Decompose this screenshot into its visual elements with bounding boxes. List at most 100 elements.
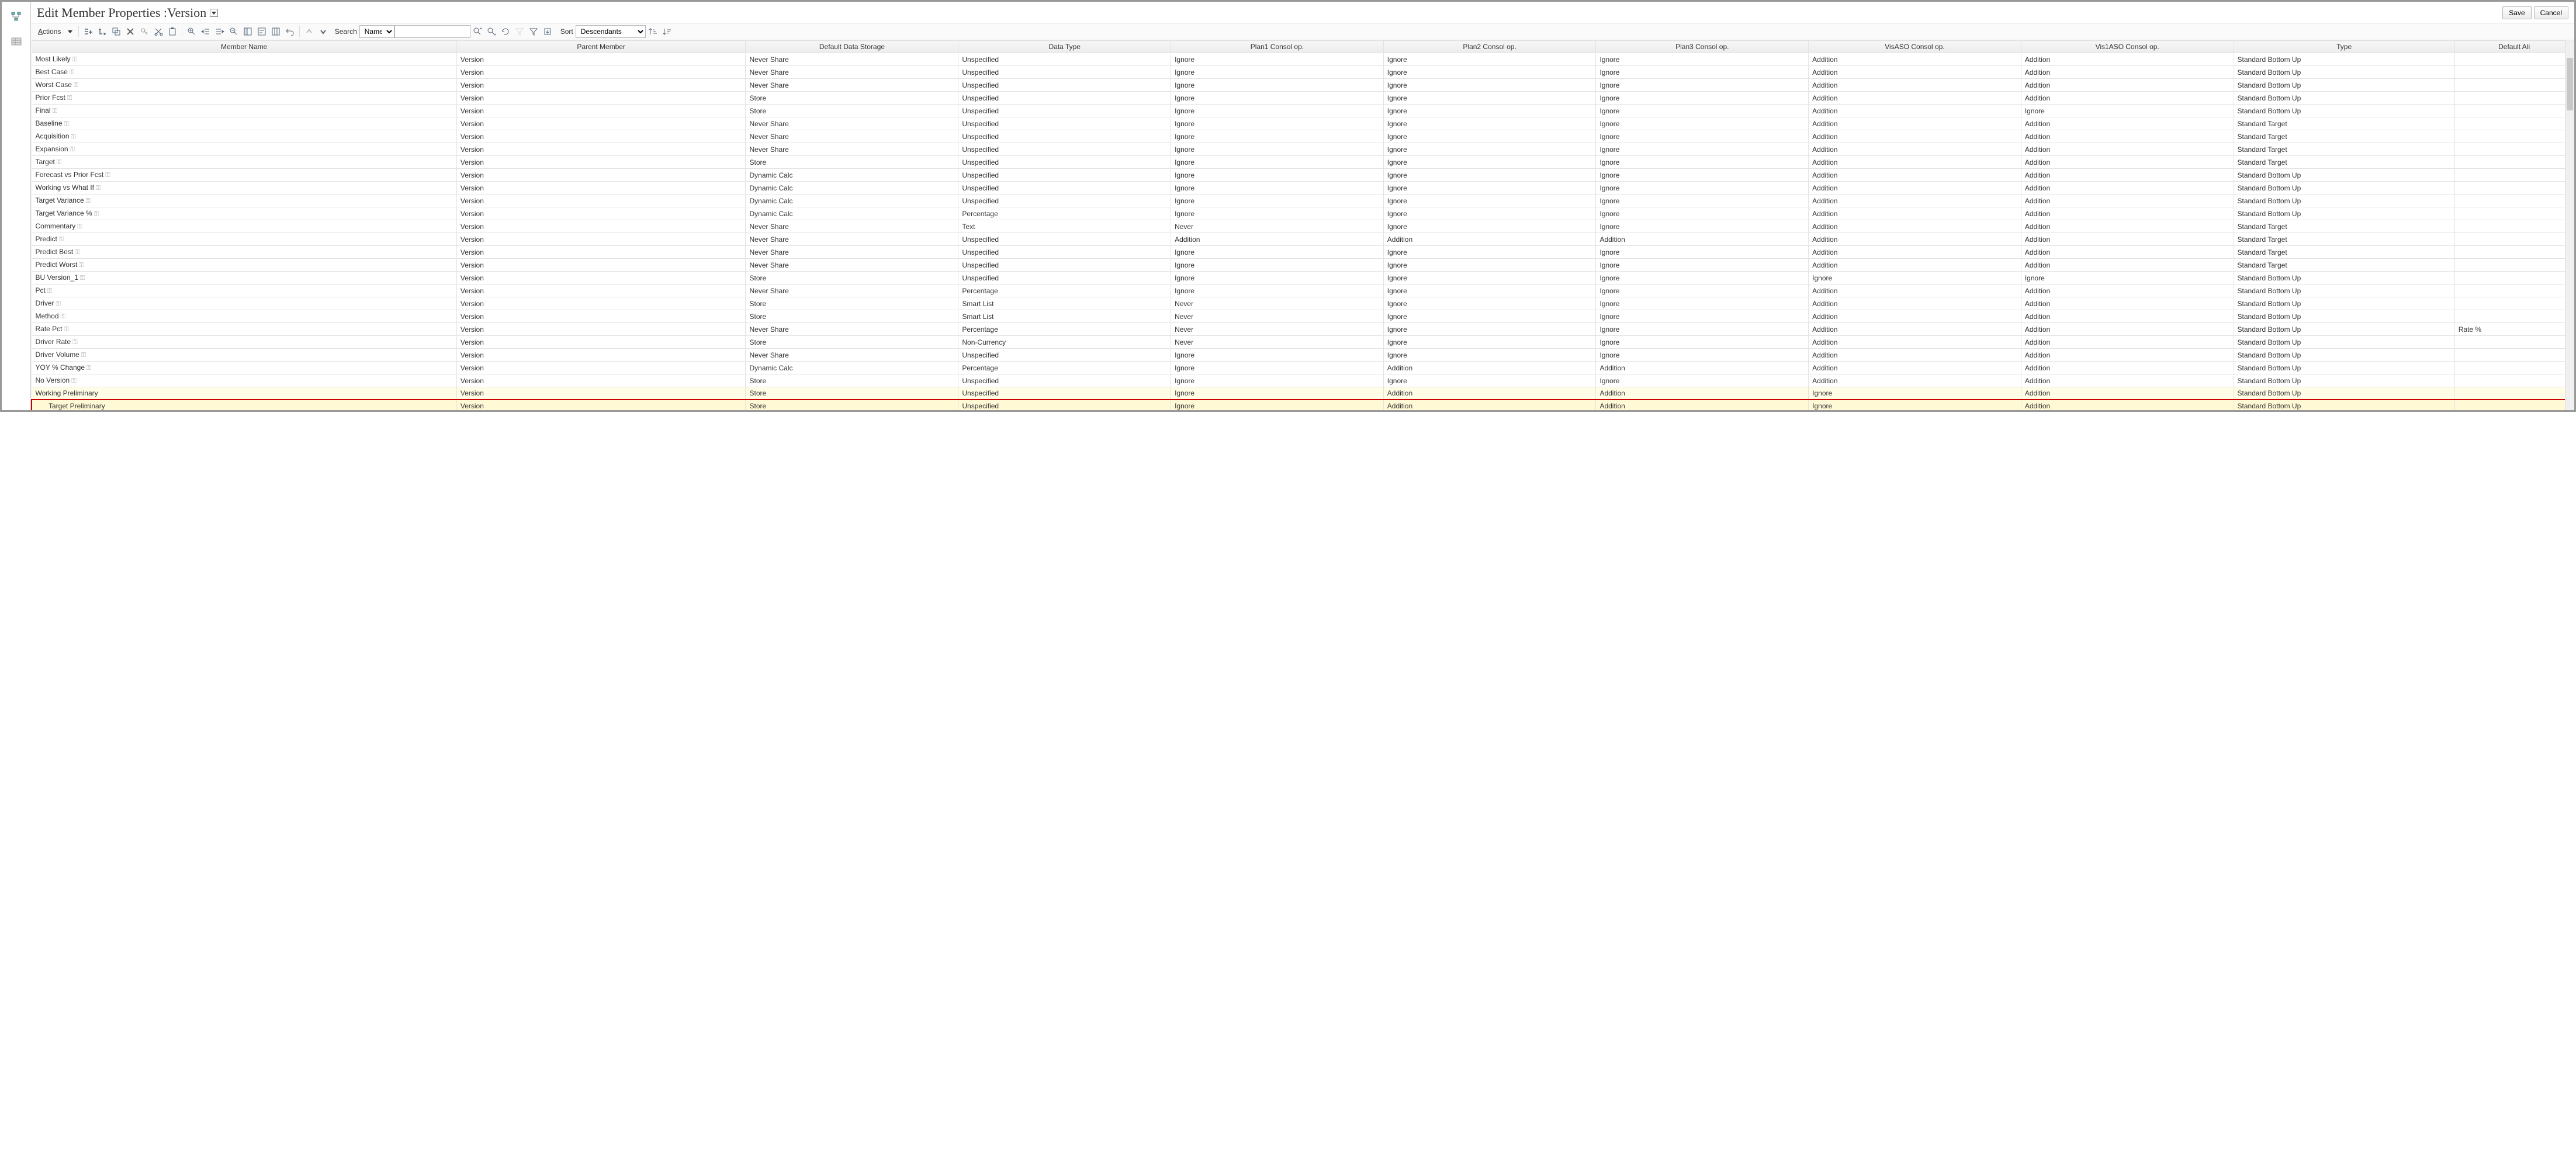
cell[interactable]: Addition <box>2021 207 2234 220</box>
cell[interactable]: Addition <box>2021 400 2234 410</box>
cell[interactable]: Addition <box>1809 220 2021 233</box>
cell-member-name[interactable]: Expansion⚿ <box>32 143 456 156</box>
cell[interactable]: Ignore <box>1596 156 1809 169</box>
cell[interactable]: Unspecified <box>958 272 1171 284</box>
cell[interactable]: Never Share <box>746 53 958 66</box>
cell[interactable]: Unspecified <box>958 182 1171 195</box>
table-row[interactable]: Best Case⚿VersionNever ShareUnspecifiedI… <box>32 66 2574 79</box>
cell[interactable]: Store <box>746 272 958 284</box>
cell[interactable]: Ignore <box>1596 117 1809 130</box>
sort-asc-icon[interactable] <box>646 25 660 38</box>
cell[interactable]: Ignore <box>1171 105 1384 117</box>
table-row[interactable]: Driver Rate⚿VersionStoreNon-CurrencyNeve… <box>32 336 2574 349</box>
cell[interactable]: Ignore <box>1171 156 1384 169</box>
cell[interactable]: Ignore <box>1809 400 2021 410</box>
cell[interactable]: Standard Bottom Up <box>2234 182 2454 195</box>
cell-member-name[interactable]: Pct⚿ <box>32 284 456 297</box>
col-default-storage[interactable]: Default Data Storage <box>746 41 958 53</box>
cell[interactable]: Text <box>958 220 1171 233</box>
cell[interactable]: Ignore <box>1383 207 1596 220</box>
cell[interactable]: Standard Bottom Up <box>2234 79 2454 92</box>
cell[interactable]: Never <box>1171 310 1384 323</box>
add-child-icon[interactable] <box>95 25 109 38</box>
table-row[interactable]: Driver Volume⚿VersionNever ShareUnspecif… <box>32 349 2574 362</box>
col-plan3-consol[interactable]: Plan3 Consol op. <box>1596 41 1809 53</box>
cell[interactable]: Addition <box>1809 207 2021 220</box>
cell[interactable]: Ignore <box>1596 105 1809 117</box>
cell[interactable]: Store <box>746 387 958 400</box>
cell[interactable]: Standard Target <box>2234 259 2454 272</box>
cell[interactable]: Standard Bottom Up <box>2234 53 2454 66</box>
key-icon[interactable] <box>137 25 151 38</box>
cell[interactable]: Addition <box>1809 117 2021 130</box>
cell[interactable]: Ignore <box>1383 156 1596 169</box>
cell[interactable]: Addition <box>2021 156 2234 169</box>
cell[interactable]: Smart List <box>958 310 1171 323</box>
cell[interactable]: Ignore <box>1171 374 1384 387</box>
cell[interactable]: Unspecified <box>958 387 1171 400</box>
cell[interactable]: Version <box>456 362 746 374</box>
cell[interactable]: Ignore <box>1596 310 1809 323</box>
cell[interactable]: Ignore <box>1596 79 1809 92</box>
cell[interactable]: Addition <box>2021 220 2234 233</box>
cell[interactable]: Ignore <box>1171 387 1384 400</box>
cell[interactable]: Addition <box>1809 349 2021 362</box>
cell[interactable]: Ignore <box>1383 310 1596 323</box>
cell[interactable]: Ignore <box>1383 130 1596 143</box>
cell[interactable]: Ignore <box>1171 143 1384 156</box>
cell[interactable] <box>2454 387 2574 400</box>
cell[interactable]: Never Share <box>746 130 958 143</box>
cell[interactable]: Unspecified <box>958 53 1171 66</box>
cell[interactable] <box>2454 143 2574 156</box>
cell[interactable]: Unspecified <box>958 156 1171 169</box>
cell[interactable]: Standard Bottom Up <box>2234 207 2454 220</box>
search-input[interactable] <box>394 25 470 38</box>
cell[interactable]: Ignore <box>1383 323 1596 336</box>
cell-member-name[interactable]: Forecast vs Prior Fcst⚿ <box>32 169 456 182</box>
cell[interactable]: Ignore <box>1383 349 1596 362</box>
cell[interactable]: Ignore <box>1383 374 1596 387</box>
table-row[interactable]: Working vs What If⚿VersionDynamic CalcUn… <box>32 182 2574 195</box>
cell-member-name[interactable]: Commentary⚿ <box>32 220 456 233</box>
cell[interactable]: Version <box>456 156 746 169</box>
cell[interactable]: Store <box>746 400 958 410</box>
cell[interactable]: Ignore <box>1596 207 1809 220</box>
cell[interactable]: Version <box>456 105 746 117</box>
col-data-type[interactable]: Data Type <box>958 41 1171 53</box>
cell[interactable]: Standard Target <box>2234 143 2454 156</box>
cell[interactable]: Addition <box>2021 233 2234 246</box>
cell[interactable]: Version <box>456 143 746 156</box>
cell-member-name[interactable]: Driver Rate⚿ <box>32 336 456 349</box>
cell[interactable]: Version <box>456 195 746 207</box>
zoom-out-icon[interactable] <box>227 25 241 38</box>
cell[interactable]: Addition <box>1596 362 1809 374</box>
cell[interactable]: Never <box>1171 323 1384 336</box>
cell[interactable]: Ignore <box>1171 259 1384 272</box>
search-up-icon[interactable] <box>470 25 484 38</box>
cell[interactable] <box>2454 169 2574 182</box>
col-parent-member[interactable]: Parent Member <box>456 41 746 53</box>
cell[interactable] <box>2454 349 2574 362</box>
cell[interactable] <box>2454 156 2574 169</box>
filter-disabled-icon[interactable] <box>513 25 527 38</box>
cell[interactable]: Addition <box>2021 117 2234 130</box>
col-visaso-consol[interactable]: VisASO Consol op. <box>1809 41 2021 53</box>
scrollbar-thumb[interactable] <box>2567 58 2573 110</box>
cell[interactable]: Addition <box>2021 259 2234 272</box>
cell[interactable]: Ignore <box>1383 92 1596 105</box>
cell[interactable]: Ignore <box>1171 284 1384 297</box>
cell[interactable]: Addition <box>2021 284 2234 297</box>
cell[interactable]: Addition <box>2021 130 2234 143</box>
cell[interactable]: Dynamic Calc <box>746 169 958 182</box>
cell[interactable]: Never Share <box>746 259 958 272</box>
cell[interactable]: Ignore <box>1596 169 1809 182</box>
dimension-dropdown-icon[interactable] <box>210 9 218 17</box>
freeze-icon[interactable] <box>241 25 255 38</box>
table-row[interactable]: BU Version_1⚿VersionStoreUnspecifiedIgno… <box>32 272 2574 284</box>
cell[interactable]: Never Share <box>746 323 958 336</box>
cell[interactable]: Version <box>456 79 746 92</box>
cell[interactable] <box>2454 117 2574 130</box>
cell[interactable]: Addition <box>1596 233 1809 246</box>
cell[interactable]: Addition <box>1809 323 2021 336</box>
cell[interactable]: Addition <box>2021 297 2234 310</box>
